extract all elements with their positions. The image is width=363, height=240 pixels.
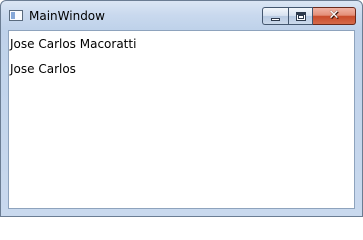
close-icon: ✕ <box>328 8 340 23</box>
close-button[interactable]: ✕ <box>313 7 356 25</box>
short-name-label: Jose Carlos <box>10 62 76 76</box>
minimize-icon <box>271 18 280 21</box>
title-bar[interactable]: MainWindow ✕ <box>1 1 362 31</box>
main-window: MainWindow ✕ Jose Carlos Macoratti Jose … <box>0 0 363 217</box>
caption-buttons: ✕ <box>262 7 356 25</box>
minimize-button[interactable] <box>262 7 288 25</box>
client-area: Jose Carlos Macoratti Jose Carlos <box>8 30 355 209</box>
app-window-icon[interactable] <box>9 10 23 21</box>
window-title: MainWindow <box>29 9 105 23</box>
maximize-icon <box>296 12 306 21</box>
full-name-label: Jose Carlos Macoratti <box>10 37 137 51</box>
maximize-button[interactable] <box>288 7 313 25</box>
